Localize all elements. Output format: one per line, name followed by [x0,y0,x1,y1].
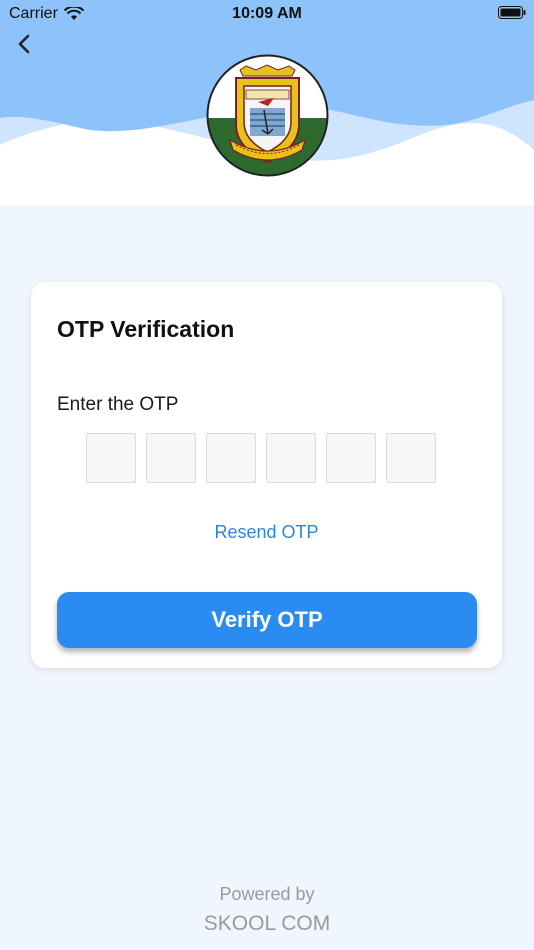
resend-otp-link[interactable]: Resend OTP [31,522,502,543]
otp-digit-3[interactable] [206,433,256,483]
status-time: 10:09 AM [232,5,302,22]
otp-label: Enter the OTP [57,394,179,415]
back-button[interactable] [14,32,36,56]
brand-name: SKOOL COM [203,912,331,935]
school-logo [206,54,329,177]
otp-digit-5[interactable] [326,433,376,483]
chevron-left-icon [18,34,30,54]
otp-digit-6[interactable] [386,433,436,483]
footer: Powered by SKOOL COM [0,884,534,936]
otp-digit-4[interactable] [266,433,316,483]
battery-icon [498,6,526,19]
otp-input-group [86,433,436,483]
powered-by-text: Powered by [219,884,315,904]
otp-digit-2[interactable] [146,433,196,483]
status-bar: Carrier 10:09 AM [0,0,534,28]
otp-digit-1[interactable] [86,433,136,483]
page-title: OTP Verification [57,316,235,342]
header: Carrier 10:09 AM [0,0,534,205]
otp-card: OTP Verification Enter the OTP Resend OT… [31,282,502,668]
verify-otp-button[interactable]: Verify OTP [57,592,477,648]
